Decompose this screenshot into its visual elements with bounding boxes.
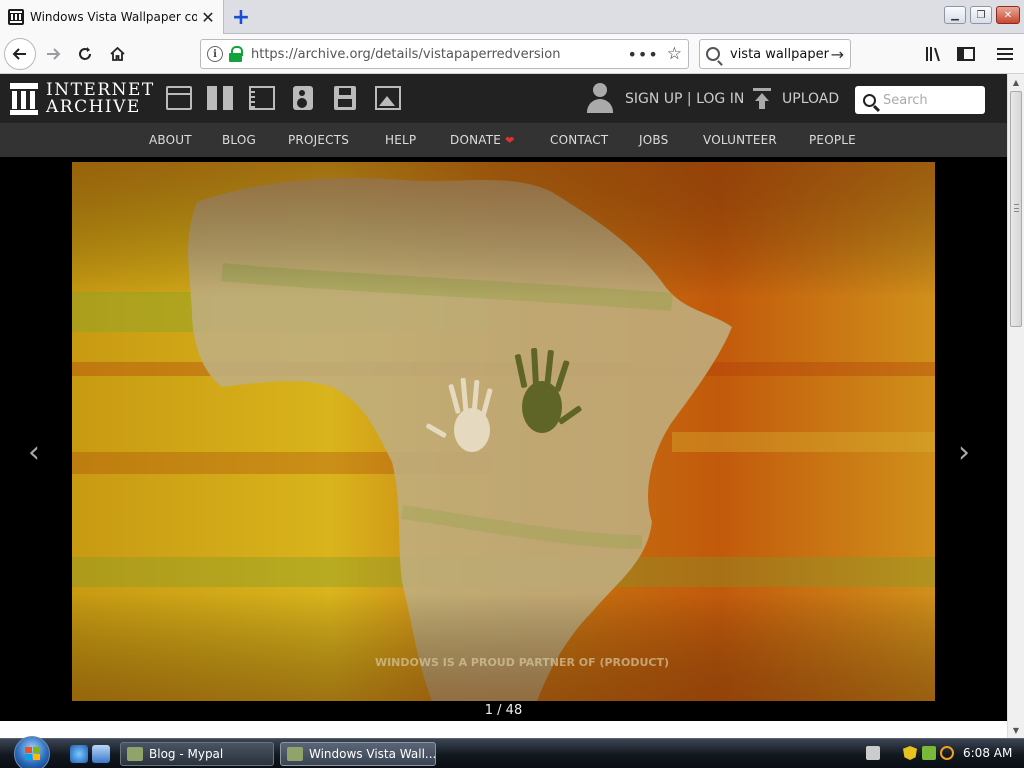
nav-people[interactable]: PEOPLE [809, 133, 856, 147]
show-desktop-icon[interactable] [92, 745, 110, 763]
archive-nav-bar: ABOUT BLOG PROJECTS HELP DONATE ❤ CONTACT… [0, 123, 1007, 157]
mypal-browser-icon [287, 747, 303, 761]
archive-favicon-icon [8, 9, 24, 25]
address-bar[interactable]: i https://archive.org/details/vistapaper… [200, 39, 689, 69]
archive-header: INTERNET ARCHIVE SIGN UP | LOG IN UPLOAD [0, 74, 1007, 123]
upload-link[interactable]: UPLOAD [782, 91, 839, 107]
nav-donate-label: DONATE [450, 133, 502, 147]
wallpaper-image[interactable]: WINDOWS IS A PROUD PARTNER OF (PRODUCT) [72, 162, 935, 701]
reload-icon [79, 47, 91, 60]
sidebar-toggle-icon[interactable] [954, 42, 978, 66]
nav-volunteer[interactable]: VOLUNTEER [703, 133, 777, 147]
texts-book-icon[interactable] [207, 86, 233, 110]
web-archive-icon[interactable] [166, 86, 192, 110]
browser-tab-strip: Windows Vista Wallpaper colle ✕ + ▁ ❐ ✕ [0, 0, 1024, 34]
wallpaper-caption: WINDOWS IS A PROUD PARTNER OF (PRODUCT) [375, 656, 669, 669]
next-image-arrow-icon[interactable]: › [958, 435, 970, 470]
nav-help[interactable]: HELP [385, 133, 416, 147]
archive-search-box[interactable] [855, 86, 985, 114]
logo-text-archive: ARCHIVE [46, 97, 141, 117]
page-info-icon[interactable]: i [207, 46, 223, 62]
menu-hamburger-icon[interactable] [993, 42, 1017, 66]
url-text[interactable]: https://archive.org/details/vistapaperre… [251, 47, 619, 62]
user-avatar-icon[interactable] [586, 83, 614, 115]
windows-flag-icon [25, 747, 41, 761]
signup-login-link[interactable]: SIGN UP | LOG IN [625, 91, 744, 107]
scroll-down-arrow-icon[interactable]: ▼ [1008, 722, 1024, 738]
window-restore-button[interactable]: ❐ [970, 6, 992, 24]
library-icon[interactable] [922, 42, 946, 66]
forward-arrow-icon [47, 48, 61, 60]
browser-search-bar[interactable]: vista wallpaper → [699, 39, 851, 69]
africa-wallpaper-graphic: WINDOWS IS A PROUD PARTNER OF (PRODUCT) [72, 162, 935, 701]
taskbar-item-vista-wallpaper[interactable]: Windows Vista Wall... [280, 742, 436, 766]
nav-jobs[interactable]: JOBS [639, 133, 668, 147]
browser-toolbar: i https://archive.org/details/vistapaper… [0, 34, 1024, 74]
window-minimize-button[interactable]: ▁ [944, 6, 966, 24]
keyboard-tray-icon[interactable] [866, 746, 880, 760]
taskbar-item-label: Windows Vista Wall... [309, 747, 436, 761]
scroll-up-arrow-icon[interactable]: ▲ [1008, 74, 1024, 90]
window-close-button[interactable]: ✕ [996, 6, 1020, 24]
image-counter: 1 / 48 [484, 703, 523, 718]
archive-building-icon [10, 83, 38, 115]
previous-image-arrow-icon[interactable]: ‹ [28, 435, 40, 470]
home-button[interactable] [102, 39, 132, 69]
taskbar-item-label: Blog - Mypal [149, 747, 224, 761]
nav-donate[interactable]: DONATE ❤ [450, 133, 514, 147]
windows-taskbar: Blog - Mypal Windows Vista Wall... 6:08 … [0, 736, 1024, 768]
new-tab-button[interactable]: + [228, 4, 254, 30]
back-button[interactable] [4, 38, 36, 70]
tab-title: Windows Vista Wallpaper colle [30, 10, 197, 24]
internet-explorer-icon[interactable] [70, 745, 88, 763]
browser-tab-active[interactable]: Windows Vista Wallpaper colle ✕ [0, 0, 224, 34]
search-icon [706, 47, 720, 61]
forward-button[interactable] [38, 39, 68, 69]
audio-speaker-icon[interactable] [293, 86, 313, 110]
archive-search-input[interactable] [883, 92, 973, 108]
image-viewer: WINDOWS IS A PROUD PARTNER OF (PRODUCT) … [0, 157, 1007, 721]
system-clock[interactable]: 6:08 AM [963, 746, 1012, 760]
lock-icon[interactable] [229, 46, 243, 62]
page-actions-icon[interactable]: ••• [627, 45, 658, 64]
tab-close-icon[interactable]: ✕ [197, 6, 219, 28]
home-icon [109, 46, 125, 61]
nav-projects[interactable]: PROJECTS [288, 133, 349, 147]
internet-archive-logo[interactable]: INTERNET ARCHIVE [10, 82, 155, 116]
search-go-arrow-icon[interactable]: → [831, 45, 844, 64]
images-picture-icon[interactable] [375, 86, 401, 110]
taskbar-item-blog[interactable]: Blog - Mypal [120, 742, 274, 766]
bookmark-star-icon[interactable]: ☆ [667, 44, 682, 64]
software-floppy-icon[interactable] [334, 86, 356, 110]
nav-contact[interactable]: CONTACT [550, 133, 608, 147]
browser-search-value[interactable]: vista wallpaper [730, 47, 831, 62]
page-scrollbar[interactable]: ▲ ▼ [1007, 74, 1024, 738]
back-arrow-icon [12, 48, 26, 60]
heart-icon: ❤ [505, 134, 515, 147]
scrollbar-thumb[interactable] [1010, 91, 1022, 327]
security-shield-icon[interactable] [903, 746, 917, 760]
start-button[interactable] [14, 736, 50, 768]
mypal-browser-icon [127, 747, 143, 761]
nav-about[interactable]: ABOUT [149, 133, 192, 147]
video-film-icon[interactable] [249, 86, 275, 110]
network-tray-icon[interactable] [922, 746, 936, 760]
search-tray-icon[interactable] [940, 746, 954, 760]
reload-button[interactable] [70, 39, 100, 69]
nav-blog[interactable]: BLOG [222, 133, 256, 147]
search-icon [863, 93, 876, 107]
